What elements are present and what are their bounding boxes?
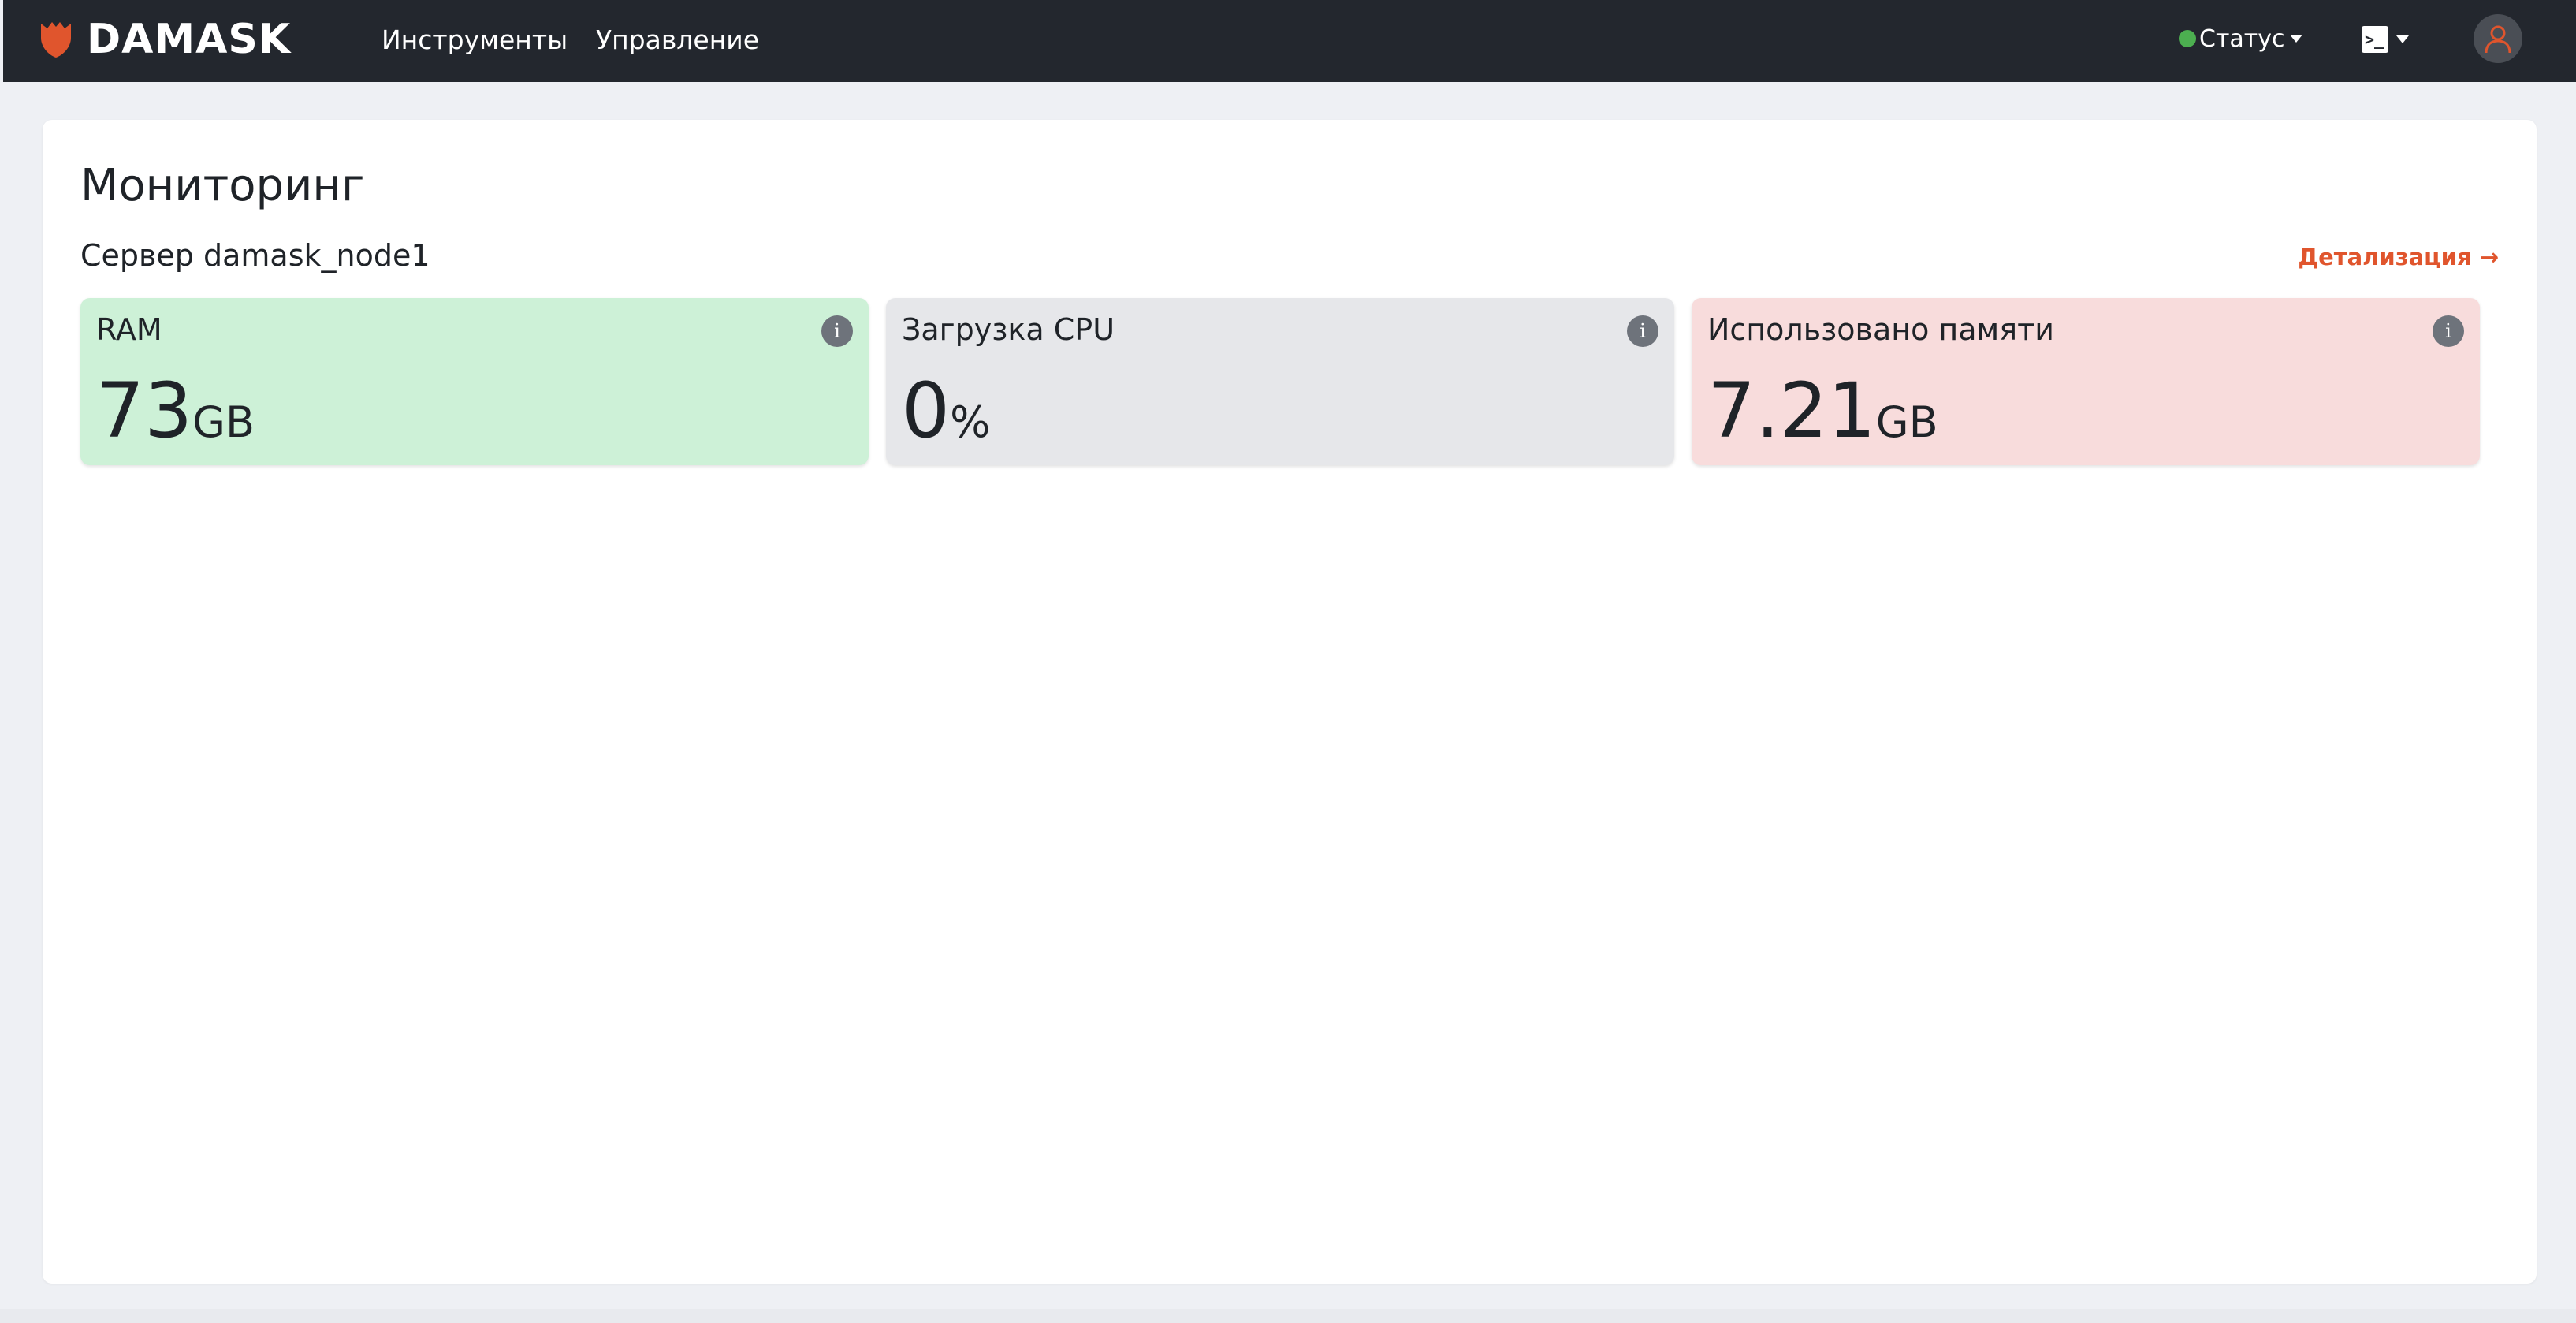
metric-number: 7.21 [1707,367,1876,455]
server-title: Сервер damask_node1 [80,238,430,273]
chevron-down-icon [2289,35,2302,43]
metric-label: Использовано памяти [1707,312,2054,347]
metric-value: 0% [902,367,990,476]
details-link[interactable]: Детализация → [2298,241,2499,273]
terminal-icon: >_ [2362,26,2388,53]
metric-value: 73GB [96,367,255,476]
metric-unit: % [950,397,991,447]
metric-number: 73 [96,367,193,455]
status-dropdown[interactable]: Статус [2179,20,2302,57]
metric-label: Загрузка CPU [902,312,1115,347]
brand[interactable]: DAMASK [39,16,291,63]
metric-unit: GB [1875,397,1938,447]
page-footer-strip [0,1309,2576,1323]
top-navbar: DAMASK Инструменты Управление Статус >_ [3,0,2576,82]
metric-value: 7.21GB [1707,367,1938,476]
metric-label: RAM [96,312,162,347]
info-icon[interactable]: i [821,315,853,347]
metric-number: 0 [902,367,951,455]
user-avatar[interactable] [2474,14,2522,63]
nav-link-management[interactable]: Управление [596,22,759,58]
terminal-dropdown[interactable]: >_ [2362,24,2409,55]
status-label: Статус [2199,24,2285,53]
monitoring-card: Мониторинг Сервер damask_node1 Детализац… [43,120,2537,1284]
info-icon[interactable]: i [1627,315,1658,347]
user-icon [2485,25,2511,54]
metric-card-cpu: Загрузка CPU i 0% [886,298,1674,465]
brand-name: DAMASK [87,16,292,63]
chevron-down-icon [2396,35,2409,43]
page-title: Мониторинг [80,160,365,211]
nav-link-tools[interactable]: Инструменты [382,22,568,58]
shield-logo-icon [41,22,71,58]
status-indicator-icon [2179,30,2196,47]
metric-unit: GB [192,397,255,447]
metric-card-memory-used: Использовано памяти i 7.21GB [1692,298,2480,465]
info-icon[interactable]: i [2433,315,2464,347]
metric-card-ram: RAM i 73GB [80,298,869,465]
